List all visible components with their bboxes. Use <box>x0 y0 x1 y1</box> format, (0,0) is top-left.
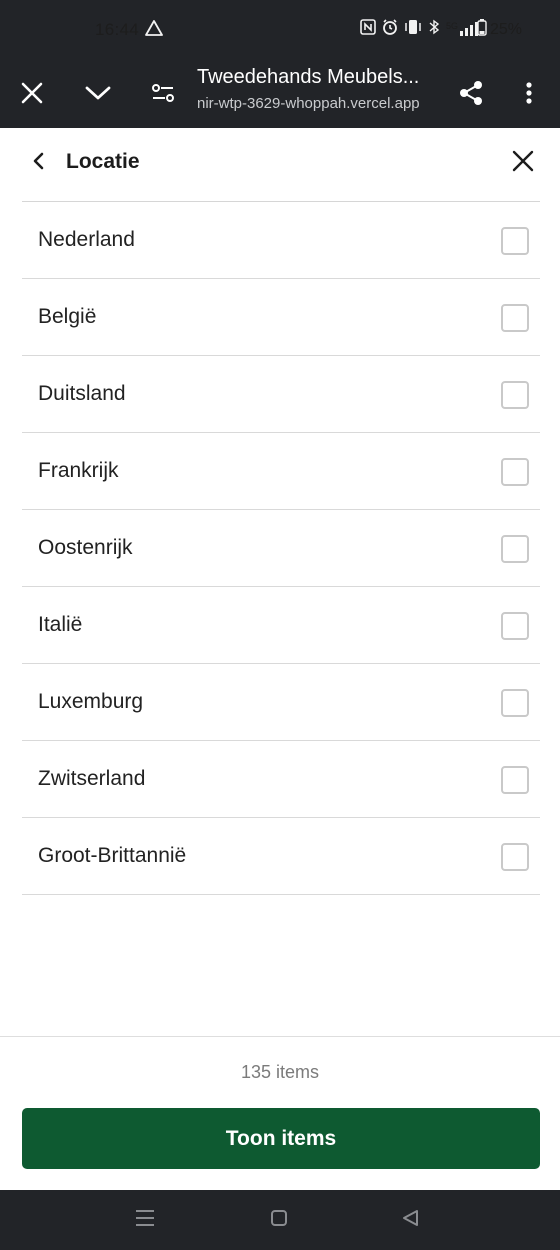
location-label: Frankrijk <box>38 459 119 482</box>
location-option[interactable]: Frankrijk <box>22 433 540 510</box>
location-label: Zwitserland <box>38 767 146 790</box>
chevron-down-icon <box>85 85 111 106</box>
home-square-icon <box>270 1209 288 1232</box>
location-option[interactable]: Groot-Brittannië <box>22 818 540 895</box>
back-nav-button[interactable] <box>380 1190 440 1250</box>
location-option[interactable]: Luxemburg <box>22 664 540 741</box>
location-label: Oostenrijk <box>38 536 133 559</box>
menu-icon <box>135 1209 155 1232</box>
location-checkbox[interactable] <box>501 381 529 409</box>
signal-icon: 5G <box>445 20 478 36</box>
bluetooth-icon <box>428 19 440 38</box>
more-vertical-icon <box>525 81 533 110</box>
status-icons: 5G <box>360 19 478 38</box>
share-button[interactable] <box>444 62 498 128</box>
home-button[interactable] <box>249 1190 309 1250</box>
location-checkbox[interactable] <box>501 304 529 332</box>
location-checkbox[interactable] <box>501 689 529 717</box>
show-items-button[interactable]: Toon items <box>22 1108 540 1169</box>
location-label: Duitsland <box>38 382 126 405</box>
site-settings-button[interactable] <box>136 62 190 128</box>
alarm-icon <box>382 19 398 38</box>
close-tab-button[interactable] <box>5 62 59 128</box>
battery-percent: 25% <box>489 21 522 38</box>
location-checkbox[interactable] <box>501 535 529 563</box>
location-list: Nederland België Duitsland Frankrijk Oostenr… <box>22 202 540 895</box>
sheet-title: Locatie <box>66 150 140 173</box>
location-checkbox[interactable] <box>501 766 529 794</box>
location-checkbox[interactable] <box>501 843 529 871</box>
footer-divider <box>0 1036 560 1037</box>
status-time: 16:44 <box>95 20 140 39</box>
battery-icon <box>477 19 487 41</box>
location-label: Italië <box>38 613 83 636</box>
nfc-icon <box>360 19 376 38</box>
location-option[interactable]: Italië <box>22 587 540 664</box>
location-label: België <box>38 305 97 328</box>
tune-icon <box>151 82 175 109</box>
location-checkbox[interactable] <box>501 612 529 640</box>
battery-status: 25% <box>477 19 522 41</box>
chevron-left-icon <box>32 152 44 175</box>
warning-icon <box>145 20 163 41</box>
location-label: Luxemburg <box>38 690 144 713</box>
location-option[interactable]: Zwitserland <box>22 741 540 818</box>
close-sheet-button[interactable] <box>502 140 544 186</box>
close-icon <box>512 150 534 177</box>
more-options-button[interactable] <box>502 62 556 128</box>
location-option[interactable]: België <box>22 279 540 356</box>
location-label: Groot-Brittannië <box>38 844 187 867</box>
page-url[interactable]: nir-wtp-3629-whoppah.vercel.app <box>197 95 420 112</box>
location-option[interactable]: Nederland <box>22 202 540 279</box>
location-label: Nederland <box>38 228 135 251</box>
page-title: Tweedehands Meubels... <box>197 66 420 88</box>
location-option[interactable]: Duitsland <box>22 356 540 433</box>
vibrate-icon <box>404 19 422 38</box>
network-type: 5G <box>445 20 458 31</box>
recent-apps-button[interactable] <box>115 1190 175 1250</box>
minimize-button[interactable] <box>71 62 125 128</box>
back-triangle-icon <box>401 1209 419 1232</box>
close-icon <box>21 82 43 109</box>
back-button[interactable] <box>22 139 54 187</box>
location-checkbox[interactable] <box>501 227 529 255</box>
share-icon <box>458 80 484 111</box>
item-count: 135 items <box>240 1062 320 1082</box>
location-checkbox[interactable] <box>501 458 529 486</box>
location-option[interactable]: Oostenrijk <box>22 510 540 587</box>
